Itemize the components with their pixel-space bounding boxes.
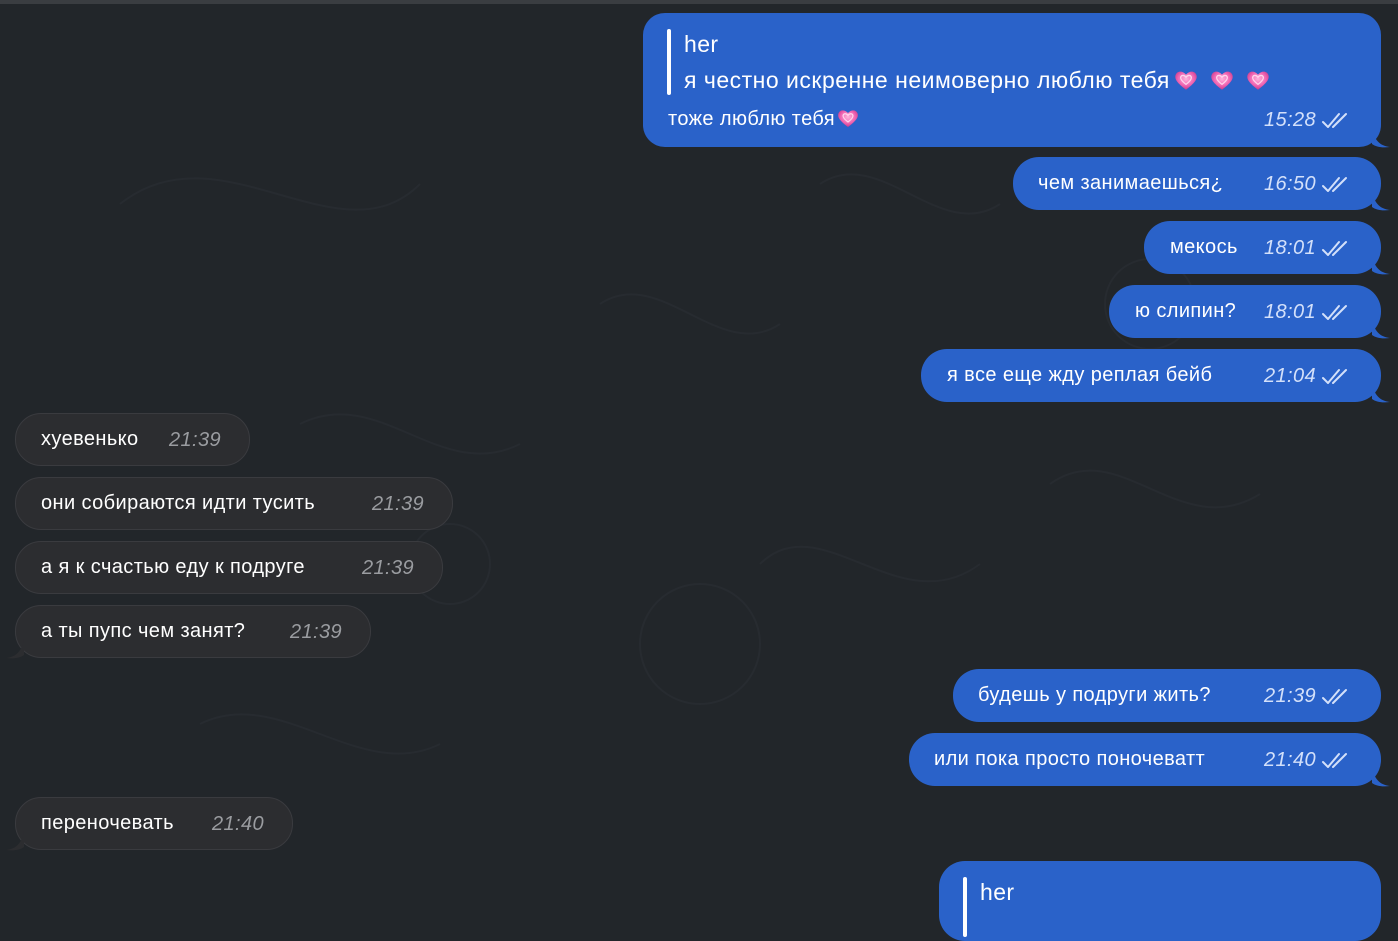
message-bubble[interactable]: чем занимаешься¿ 16:50 xyxy=(1013,157,1381,210)
message-text: будешь у подруги жить? xyxy=(978,684,1211,706)
reply-author: her xyxy=(980,879,1015,905)
message-bubble[interactable]: her xyxy=(939,861,1381,941)
bubble-tail xyxy=(1372,383,1390,403)
message-text-label: тоже люблю тебя xyxy=(668,108,836,130)
double-check-icon xyxy=(1322,241,1347,256)
message-text: а ты пупс чем занят? xyxy=(41,620,246,642)
pink-heart-icon xyxy=(838,110,858,127)
message-bubble[interactable]: а я к счастью еду к подруге 21:39 xyxy=(15,541,443,594)
message-time: 18:01 xyxy=(1263,237,1316,259)
message-bubble[interactable]: хуевенько 21:39 xyxy=(15,413,250,466)
message-time: 21:39 xyxy=(168,429,221,451)
message-time: 16:50 xyxy=(1263,173,1316,195)
message-time: 15:28 xyxy=(1263,109,1316,131)
window-top-border xyxy=(0,0,1398,4)
message-text: мекось xyxy=(1170,236,1238,258)
message-text: а я к счастью еду к подруге xyxy=(41,556,305,578)
double-check-icon xyxy=(1322,753,1347,768)
message-text: хуевенько xyxy=(41,428,139,450)
double-check-icon xyxy=(1322,369,1347,384)
bubble-tail xyxy=(1372,319,1390,339)
message-time: 21:40 xyxy=(1263,749,1316,771)
message-bubble[interactable]: переночевать 21:40 xyxy=(15,797,293,850)
message-text: они собираются идти тусить xyxy=(41,492,316,514)
message-text: переночевать xyxy=(41,812,174,834)
bubble-tail xyxy=(1372,767,1390,787)
message-bubble[interactable]: а ты пупс чем занят? 21:39 xyxy=(15,605,371,658)
reply-quote-bar xyxy=(963,877,967,937)
message-time: 21:40 xyxy=(211,813,264,835)
message-time: 18:01 xyxy=(1263,301,1316,323)
message-text: чем занимаешься¿ xyxy=(1038,172,1224,194)
pink-heart-icon xyxy=(1175,71,1197,90)
message-bubble[interactable]: они собираются идти тусить 21:39 xyxy=(15,477,453,530)
message-bubble[interactable]: her я честно искренне неимоверно люблю т… xyxy=(643,13,1381,147)
message-time: 21:39 xyxy=(1263,685,1316,707)
message-bubble[interactable]: будешь у подруги жить? 21:39 xyxy=(953,669,1381,722)
message-bubble[interactable]: ю слипин? 18:01 xyxy=(1109,285,1381,338)
bubble-tail xyxy=(1372,191,1390,211)
pink-heart-icon xyxy=(1211,71,1233,90)
message-bubble[interactable]: мекось 18:01 xyxy=(1144,221,1381,274)
bubble-tail xyxy=(6,639,24,659)
reply-quote-text: я честно искренне неимоверно люблю тебя xyxy=(684,67,1271,94)
message-time: 21:39 xyxy=(289,621,342,643)
reply-quote-bar xyxy=(667,29,671,95)
double-check-icon xyxy=(1322,177,1347,192)
message-bubble[interactable]: я все еще жду реплая бейб 21:04 xyxy=(921,349,1381,402)
bubble-tail xyxy=(6,831,24,851)
bubble-tail xyxy=(1372,128,1390,148)
double-check-icon xyxy=(1322,689,1347,704)
message-bubble[interactable]: или пока просто поночеватт 21:40 xyxy=(909,733,1381,786)
message-text: я все еще жду реплая бейб xyxy=(947,364,1213,386)
double-check-icon xyxy=(1322,113,1347,128)
reply-quote-text-label: я честно искренне неимоверно люблю тебя xyxy=(684,67,1170,93)
pink-heart-icon xyxy=(1247,71,1269,90)
message-time: 21:04 xyxy=(1263,365,1316,387)
bubble-tail xyxy=(1372,255,1390,275)
message-text: ю слипин? xyxy=(1135,300,1237,322)
message-text: или пока просто поночеватт xyxy=(934,748,1206,770)
reply-author: her xyxy=(684,31,719,57)
message-time: 21:39 xyxy=(371,493,424,515)
message-time: 21:39 xyxy=(361,557,414,579)
double-check-icon xyxy=(1322,305,1347,320)
message-text: тоже люблю тебя xyxy=(668,106,860,131)
